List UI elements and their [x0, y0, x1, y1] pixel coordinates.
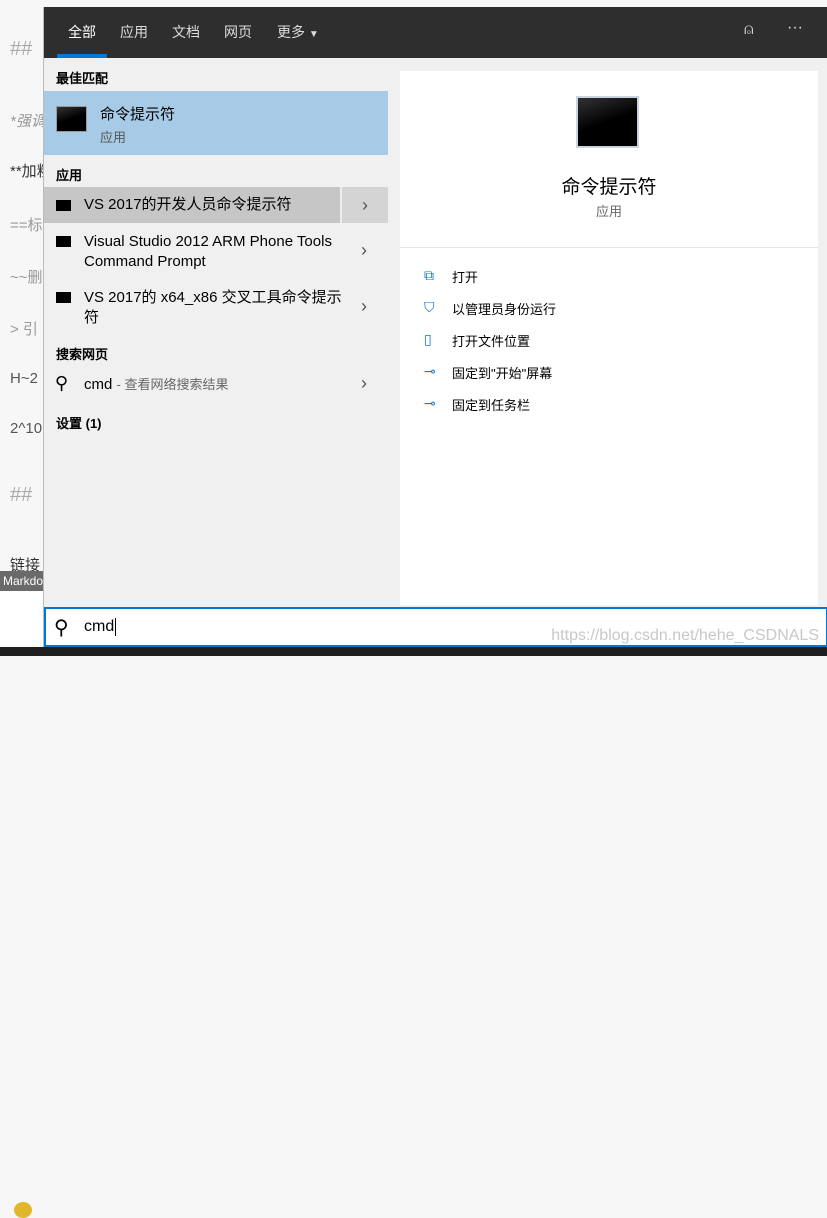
pin-icon: ⊸: [424, 395, 436, 411]
bg-status-bar: Markdo: [0, 571, 43, 591]
settings-heading[interactable]: 设置 (1): [56, 413, 102, 432]
bg-text: H~2: [10, 370, 38, 387]
chevron-right-icon[interactable]: ›: [340, 296, 388, 317]
web-suffix: - 查看网络搜索结果: [116, 377, 229, 392]
detail-title: 命令提示符: [561, 177, 657, 198]
watermark: https://blog.csdn.net/hehe_CSDNALS: [551, 627, 819, 644]
taskbar: [0, 647, 827, 656]
app-result-label: VS 2017的开发人员命令提示符: [84, 196, 292, 213]
action-open-file-location[interactable]: ▯ 打开文件位置: [400, 331, 818, 355]
tab-web[interactable]: 网页: [224, 22, 252, 42]
search-header: 全部 应用 文档 网页 更多 ▼ ⍝ ···: [44, 7, 827, 58]
bg-text: ~~删: [10, 269, 43, 286]
bg-tray: [0, 591, 43, 1218]
action-label: 固定到任务栏: [452, 398, 531, 413]
best-match-item[interactable]: 命令提示符 应用: [44, 91, 388, 155]
action-run-as-admin[interactable]: ⛉ 以管理员身份运行: [400, 299, 818, 323]
search-input[interactable]: cmd: [84, 618, 117, 636]
app-result-label: Visual Studio 2012 ARM Phone Tools Comma…: [84, 233, 332, 270]
cmd-app-icon: [56, 200, 71, 211]
chevron-down-icon: ▼: [308, 29, 319, 40]
web-query: cmd: [84, 376, 113, 393]
action-pin-to-taskbar[interactable]: ⊸ 固定到任务栏: [400, 395, 818, 419]
cmd-app-icon: [56, 236, 71, 247]
action-label: 固定到"开始"屏幕: [452, 366, 553, 381]
chevron-right-icon[interactable]: ›: [340, 373, 388, 394]
action-label: 打开: [452, 270, 479, 285]
app-result-item[interactable]: VS 2017的开发人员命令提示符 ›: [44, 187, 388, 223]
detail-pane: 命令提示符 应用 ⧉ 打开 ⛉ 以管理员身份运行 ▯ 打开文件位置 ⊸ 固定到"开始"屏…: [400, 71, 818, 605]
action-label: 打开文件位置: [452, 334, 531, 349]
divider: [400, 247, 818, 248]
detail-subtitle: 应用: [595, 204, 622, 219]
best-match-heading: 最佳匹配: [56, 71, 109, 86]
action-open[interactable]: ⧉ 打开: [400, 267, 818, 291]
cmd-app-icon: [56, 292, 71, 303]
bg-text: ##: [10, 38, 33, 60]
cmd-app-icon: [56, 106, 87, 132]
action-pin-to-start[interactable]: ⊸ 固定到"开始"屏幕: [400, 363, 818, 387]
tab-more[interactable]: 更多 ▼: [277, 22, 319, 42]
background-editor: ## *强调 **加粗 ==标 ~~删 > 引 H~2 2^10 ## 链接: [0, 0, 52, 647]
bg-text: ##: [10, 484, 33, 506]
tray-app-icon[interactable]: [14, 1202, 32, 1218]
pin-icon: ⊸: [424, 363, 436, 379]
open-icon: ⧉: [424, 267, 434, 283]
active-tab-indicator: [57, 54, 107, 58]
app-result-label: VS 2017的 x64_x86 交叉工具命令提示符: [84, 289, 342, 326]
bg-text: *强调: [10, 113, 46, 130]
app-result-item[interactable]: VS 2017的 x64_x86 交叉工具命令提示符 ›: [44, 286, 388, 334]
web-heading: 搜索网页: [56, 347, 109, 362]
feedback-person-icon[interactable]: ⍝: [744, 21, 754, 39]
search-panel: 全部 应用 文档 网页 更多 ▼ ⍝ ··· 最佳匹配 命令提示符 应用 应用 …: [43, 7, 827, 647]
folder-icon: ▯: [424, 331, 432, 347]
bg-text: ==标: [10, 217, 43, 234]
action-label: 以管理员身份运行: [452, 302, 557, 317]
ellipsis-icon[interactable]: ···: [787, 19, 803, 37]
bg-text: 2^10: [10, 420, 43, 437]
apps-heading: 应用: [56, 168, 83, 183]
bg-text: > 引: [10, 321, 38, 338]
tab-more-label: 更多: [277, 24, 305, 40]
search-icon: ⚲: [55, 373, 69, 393]
best-match-subtitle: 应用: [100, 130, 127, 145]
chevron-right-icon[interactable]: ›: [340, 187, 388, 223]
chevron-right-icon[interactable]: ›: [340, 240, 388, 261]
shield-icon: ⛉: [424, 299, 435, 315]
web-search-item[interactable]: ⚲ cmd - 查看网络搜索结果 ›: [44, 373, 388, 399]
tab-documents[interactable]: 文档: [172, 22, 200, 42]
tab-apps[interactable]: 应用: [120, 22, 148, 42]
tab-all[interactable]: 全部: [68, 22, 96, 42]
app-result-item[interactable]: Visual Studio 2012 ARM Phone Tools Comma…: [44, 230, 388, 278]
cmd-app-icon-large: [576, 96, 639, 148]
best-match-title: 命令提示符: [100, 106, 176, 123]
search-icon: ⚲: [54, 617, 69, 639]
